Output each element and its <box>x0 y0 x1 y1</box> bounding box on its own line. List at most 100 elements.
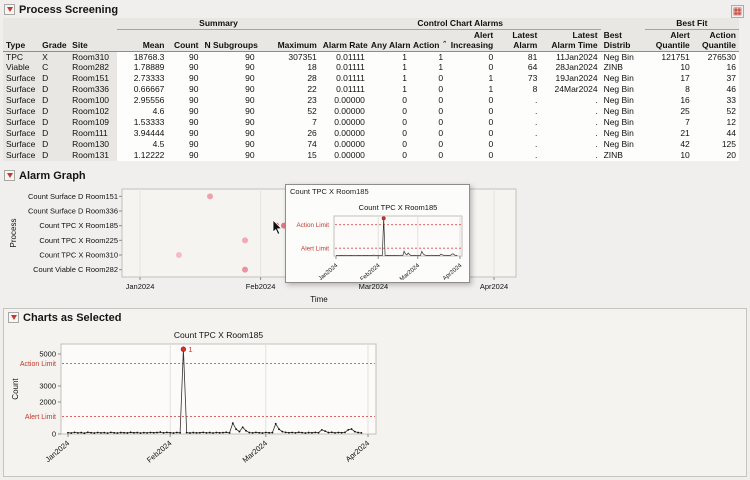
cell-best-distrib: Neg Bin <box>601 73 645 84</box>
cell-type: Surface <box>3 139 39 150</box>
cell-count: 90 <box>167 84 201 95</box>
process-category-label[interactable]: Count Surface D Room336 <box>28 207 118 216</box>
process-category-label[interactable]: Count Surface D Room151 <box>28 192 118 201</box>
panel-title-charts-as-selected: Charts as Selected <box>23 312 121 324</box>
tooltip-title: Count TPC X Room185 <box>286 185 469 196</box>
disclosure-triangle-icon[interactable] <box>4 170 15 181</box>
cell-action-quantile: 37 <box>693 73 739 84</box>
column-header-n-subgroups[interactable]: N Subgroups <box>202 29 258 51</box>
cell-latest-alarm-time: 24Mar2024 <box>540 84 600 95</box>
table-row[interactable]: TPCXRoom31018768.390903073510.0111111081… <box>3 51 739 62</box>
cell-type: Surface <box>3 84 39 95</box>
alarm-point[interactable] <box>242 267 248 273</box>
process-category-label[interactable]: Count TPC X Room185 <box>39 221 118 230</box>
column-header-latest-alarm-time[interactable]: LatestAlarm Time <box>540 29 600 51</box>
cell-maximum: 15 <box>258 150 320 161</box>
cell-mean: 1.12222 <box>117 150 167 161</box>
cell-action-quantile: 16 <box>693 62 739 73</box>
cell-action: 0 <box>410 84 446 95</box>
cell-any-alarm: 0 <box>368 128 410 139</box>
process-category-label[interactable]: Count TPC X Room310 <box>39 251 118 260</box>
cell-n-subgroups: 90 <box>202 139 258 150</box>
column-header-alarm-rate[interactable]: Alarm Rate <box>320 29 368 51</box>
column-header-count[interactable]: Count <box>167 29 201 51</box>
cell-action: 0 <box>410 117 446 128</box>
cell-alert-increasing: 0 <box>446 51 496 62</box>
cell-type: Surface <box>3 106 39 117</box>
alarm-point[interactable] <box>176 252 182 258</box>
y-tick-label: 5000 <box>39 350 56 359</box>
alarm-point[interactable] <box>382 217 385 220</box>
column-header-best-distrib[interactable]: BestDistrib <box>601 29 645 51</box>
selected-control-chart[interactable]: Jan2024Feb2024Mar2024Apr2024500030002000… <box>6 326 436 476</box>
x-tick-label: Apr2024 <box>344 439 372 464</box>
chart-title: Count TPC X Room185 <box>174 330 263 340</box>
hover-tooltip-window: Count TPC X Room185 Jan2024Feb2024Mar202… <box>285 184 470 283</box>
cell-latest-alarm-time: . <box>540 95 600 106</box>
column-header-site[interactable]: Site <box>69 29 117 51</box>
cell-site: Room130 <box>69 139 117 150</box>
y-tick-label: 2000 <box>39 398 56 407</box>
cell-count: 90 <box>167 150 201 161</box>
cell-mean: 3.94444 <box>117 128 167 139</box>
cell-any-alarm: 0 <box>368 106 410 117</box>
column-header-mean[interactable]: Mean <box>117 29 167 51</box>
table-row[interactable]: SurfaceDRoom1304.59090740.00000000..Neg … <box>3 139 739 150</box>
y-axis-label: Process <box>9 219 18 248</box>
cell-action-quantile: 20 <box>693 150 739 161</box>
process-category-label[interactable]: Count Viable C Room282 <box>33 265 118 274</box>
cell-grade: D <box>39 95 69 106</box>
cell-alarm-rate: 0.00000 <box>320 128 368 139</box>
table-row[interactable]: SurfaceDRoom1091.53333909070.00000000..N… <box>3 117 739 128</box>
cell-alarm-rate: 0.01111 <box>320 51 368 62</box>
table-row[interactable]: SurfaceDRoom1512.733339090280.0111110173… <box>3 73 739 84</box>
process-screening-header: Process Screening <box>0 1 750 18</box>
red-triangle-icon <box>7 7 13 12</box>
cell-mean: 18768.3 <box>117 51 167 62</box>
cell-alarm-rate: 0.01111 <box>320 73 368 84</box>
table-row[interactable]: SurfaceDRoom1113.944449090260.00000000..… <box>3 128 739 139</box>
x-tick-label: Jan2024 <box>43 439 71 464</box>
cell-alert-quantile: 25 <box>645 106 693 117</box>
process-category-label[interactable]: Count TPC X Room225 <box>39 236 118 245</box>
column-header-latest-alarm[interactable]: LatestAlarm <box>496 29 540 51</box>
cell-alarm-rate: 0.00000 <box>320 95 368 106</box>
column-header-alert-quantile[interactable]: AlertQuantile <box>645 29 693 51</box>
alarm-point[interactable] <box>207 193 213 199</box>
cell-alert-quantile: 8 <box>645 84 693 95</box>
table-row[interactable]: SurfaceDRoom1002.955569090230.00000000..… <box>3 95 739 106</box>
cell-type: Surface <box>3 95 39 106</box>
cell-count: 90 <box>167 128 201 139</box>
table-row[interactable]: SurfaceDRoom1024.69090520.00000000..Neg … <box>3 106 739 117</box>
column-header-any-alarm[interactable]: Any Alarm <box>368 29 410 51</box>
column-header-action-quantile[interactable]: ActionQuantile <box>693 29 739 51</box>
cell-action: 0 <box>410 150 446 161</box>
cell-grade: D <box>39 73 69 84</box>
panel-title-alarm-graph: Alarm Graph <box>19 170 86 182</box>
disclosure-triangle-icon[interactable] <box>4 4 15 15</box>
cell-count: 90 <box>167 62 201 73</box>
cell-any-alarm: 1 <box>368 73 410 84</box>
cell-action: 0 <box>410 95 446 106</box>
cell-latest-alarm: . <box>496 128 540 139</box>
disclosure-triangle-icon[interactable] <box>8 312 19 323</box>
cell-action: 0 <box>410 73 446 84</box>
chart-title: Count TPC X Room185 <box>359 203 438 212</box>
y-axis-label: Count <box>11 378 20 400</box>
column-header-action[interactable]: Action ⌃ <box>410 29 446 51</box>
cell-alert-quantile: 21 <box>645 128 693 139</box>
column-header-maximum[interactable]: Maximum <box>258 29 320 51</box>
cell-n-subgroups: 90 <box>202 51 258 62</box>
table-row[interactable]: SurfaceDRoom1311.122229090150.00000000..… <box>3 150 739 161</box>
cell-site: Room100 <box>69 95 117 106</box>
column-header-type[interactable]: Type <box>3 29 39 51</box>
alarm-point[interactable] <box>242 237 248 243</box>
table-row[interactable]: SurfaceDRoom3360.666679090220.0111110182… <box>3 84 739 95</box>
column-header-alert-increasing[interactable]: AlertIncreasing <box>446 29 496 51</box>
mouse-cursor <box>272 219 286 237</box>
charts-as-selected-header: Charts as Selected <box>4 309 746 326</box>
cell-type: Surface <box>3 117 39 128</box>
column-header-grade[interactable]: Grade <box>39 29 69 51</box>
alarm-point[interactable] <box>181 347 186 352</box>
table-row[interactable]: ViableCRoom2821.788899090180.01111110642… <box>3 62 739 73</box>
